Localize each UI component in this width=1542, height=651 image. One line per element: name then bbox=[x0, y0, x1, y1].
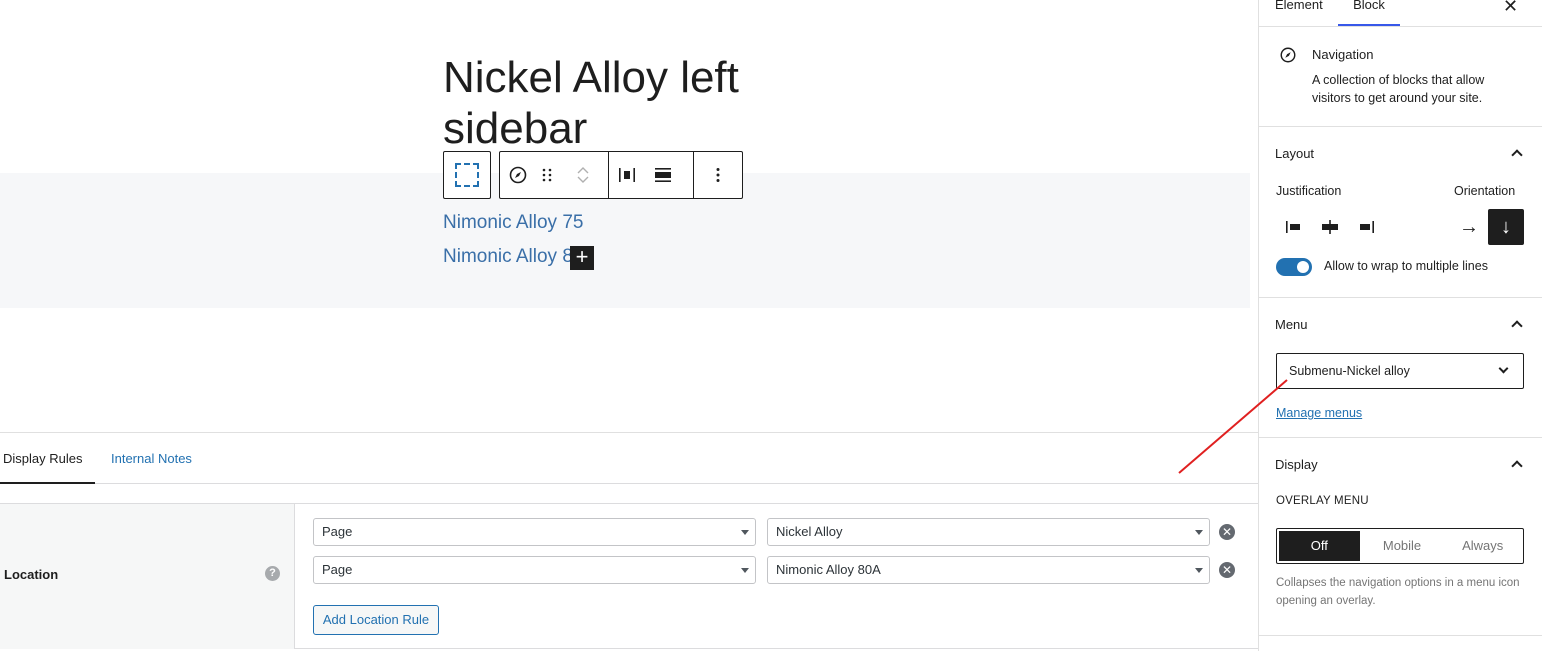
settings-sidebar: Element Block ✕ Navigation A collection … bbox=[1258, 0, 1542, 651]
block-type-button[interactable] bbox=[500, 152, 536, 198]
options-group bbox=[693, 152, 742, 198]
caret-down-icon bbox=[1195, 568, 1203, 573]
tab-display-rules[interactable]: Display Rules bbox=[0, 433, 95, 484]
block-card: Navigation A collection of blocks that a… bbox=[1259, 27, 1542, 127]
plus-icon: + bbox=[575, 244, 589, 269]
justify-left-icon[interactable] bbox=[1285, 219, 1305, 235]
caret-down-icon bbox=[741, 568, 749, 573]
editor-canvas: Nickel Alloy left sidebar Nimonic Alloy … bbox=[0, 0, 1258, 432]
location-label: Location bbox=[4, 567, 59, 582]
block-mover-group bbox=[500, 152, 608, 198]
orientation-horizontal-button[interactable]: → bbox=[1451, 209, 1487, 245]
compass-icon bbox=[1280, 47, 1296, 63]
orientation-label: Orientation bbox=[1454, 184, 1516, 198]
block-inserter-button[interactable]: + bbox=[570, 246, 594, 270]
justification-label: Justification bbox=[1276, 184, 1342, 198]
block-description: A collection of blocks that allow visito… bbox=[1312, 73, 1485, 105]
move-down-icon[interactable] bbox=[576, 175, 590, 185]
move-buttons bbox=[558, 152, 608, 198]
location-label-cell: Location ? bbox=[0, 504, 295, 649]
sidebar-tabs: Element Block ✕ bbox=[1259, 0, 1542, 27]
remove-rule-button[interactable]: ✕ bbox=[1219, 524, 1235, 540]
wrap-label: Allow to wrap to multiple lines bbox=[1324, 259, 1488, 273]
add-location-rule-button[interactable]: Add Location Rule bbox=[313, 605, 439, 635]
rule-param-select[interactable]: Page bbox=[313, 518, 756, 546]
meta-tabs: Display Rules Internal Notes bbox=[0, 433, 1258, 484]
rule-param-value: Page bbox=[322, 524, 353, 539]
move-up-icon[interactable] bbox=[576, 165, 590, 175]
remove-rule-button[interactable]: ✕ bbox=[1219, 562, 1235, 578]
manage-menus-link[interactable]: Manage menus bbox=[1276, 406, 1362, 420]
rule-value-text: Nimonic Alloy 80A bbox=[776, 562, 881, 577]
select-parent-button[interactable] bbox=[449, 152, 485, 198]
compass-icon bbox=[509, 166, 527, 184]
close-icon[interactable]: ✕ bbox=[1503, 0, 1518, 17]
menu-panel-title[interactable]: Menu bbox=[1275, 317, 1308, 332]
location-rules: Location ? Page Nickel Alloy ✕ Page Nimo… bbox=[0, 503, 1258, 649]
overlay-help-text: Collapses the navigation options in a me… bbox=[1276, 577, 1520, 607]
alignment-group bbox=[608, 152, 693, 198]
rule-value-select[interactable]: Nickel Alloy bbox=[767, 518, 1210, 546]
arrow-right-icon: → bbox=[1459, 215, 1479, 238]
block-toolbar-parent bbox=[443, 151, 491, 199]
block-toolbar bbox=[499, 151, 743, 199]
menu-select-value: Submenu-Nickel alloy bbox=[1289, 364, 1410, 378]
drag-handle-icon bbox=[542, 168, 552, 182]
nav-link[interactable]: Nimonic Alloy 75 bbox=[443, 212, 583, 234]
rule-param-select[interactable]: Page bbox=[313, 556, 756, 584]
select-parent-icon bbox=[455, 163, 479, 187]
menu-select[interactable]: Submenu-Nickel alloy bbox=[1276, 353, 1524, 389]
display-panel-title[interactable]: Display bbox=[1275, 457, 1318, 472]
justify-right-icon[interactable] bbox=[1355, 219, 1375, 235]
nav-link[interactable]: Nimonic Alloy 8 bbox=[443, 246, 573, 268]
drag-handle[interactable] bbox=[536, 152, 558, 198]
justify-button[interactable] bbox=[609, 152, 645, 198]
tab-internal-notes[interactable]: Internal Notes bbox=[111, 433, 192, 484]
rule-param-value: Page bbox=[322, 562, 353, 577]
help-icon[interactable]: ? bbox=[265, 566, 280, 581]
meta-box: Display Rules Internal Notes Location ? … bbox=[0, 432, 1258, 651]
chevron-up-icon[interactable] bbox=[1511, 320, 1523, 332]
chevron-up-icon[interactable] bbox=[1511, 149, 1523, 161]
chevron-up-icon[interactable] bbox=[1511, 460, 1523, 472]
overlay-menu-label: OVERLAY MENU bbox=[1276, 495, 1369, 507]
orientation-vertical-button[interactable]: ↓ bbox=[1488, 209, 1524, 245]
overlay-menu-segmented-control: Off Mobile Always bbox=[1276, 528, 1524, 564]
layout-panel-title[interactable]: Layout bbox=[1275, 146, 1314, 161]
rule-value-text: Nickel Alloy bbox=[776, 524, 843, 539]
arrow-down-icon: ↓ bbox=[1501, 215, 1511, 238]
justify-center-icon[interactable] bbox=[1320, 219, 1340, 235]
rule-value-select[interactable]: Nimonic Alloy 80A bbox=[767, 556, 1210, 584]
chevron-down-icon bbox=[1498, 363, 1509, 374]
post-title[interactable]: Nickel Alloy left sidebar bbox=[443, 52, 803, 154]
overlay-option-off[interactable]: Off bbox=[1279, 531, 1360, 561]
justify-icon bbox=[619, 168, 635, 182]
block-title: Navigation bbox=[1312, 47, 1374, 62]
more-options-button[interactable] bbox=[694, 152, 742, 198]
align-icon bbox=[655, 168, 671, 182]
caret-down-icon bbox=[1195, 530, 1203, 535]
tab-block[interactable]: Block bbox=[1338, 0, 1400, 26]
caret-down-icon bbox=[741, 530, 749, 535]
wrap-toggle[interactable] bbox=[1276, 258, 1312, 276]
tab-element[interactable]: Element bbox=[1275, 0, 1323, 26]
overlay-option-mobile[interactable]: Mobile bbox=[1362, 529, 1443, 563]
align-button[interactable] bbox=[645, 152, 681, 198]
overlay-option-always[interactable]: Always bbox=[1442, 529, 1523, 563]
more-options-icon bbox=[716, 168, 720, 182]
